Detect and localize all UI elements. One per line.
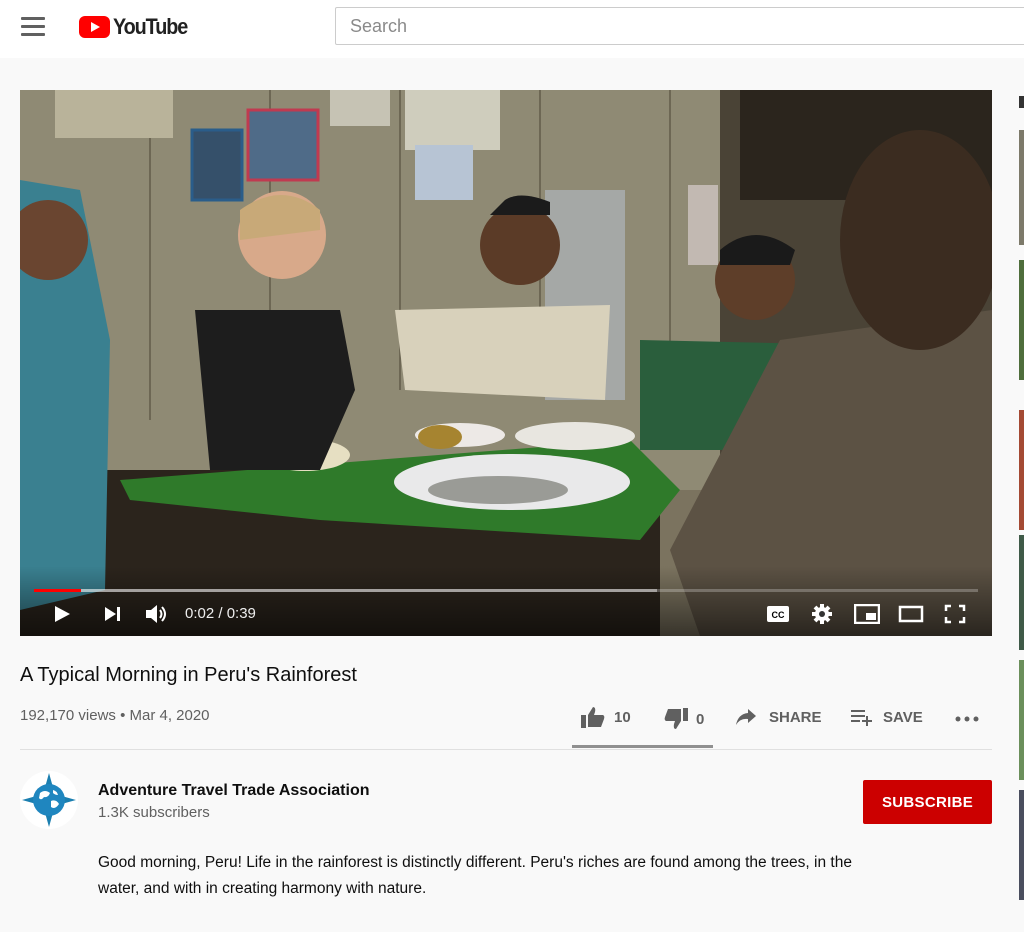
save-label: SAVE [883,708,923,726]
thumbs-up-icon [581,707,605,728]
progress-buffer [34,589,657,592]
globe-compass-icon [22,773,76,827]
thumbs-down-icon [664,708,688,729]
time-display: 0:02 / 0:39 [185,605,256,622]
channel-name[interactable]: Adventure Travel Trade Association [98,782,370,800]
video-player[interactable]: 0:02 / 0:39 CC [20,90,992,636]
logo-text: YouTube [113,14,188,39]
video-description: Good morning, Peru! Life in the rainfore… [98,854,852,897]
add-to-playlist-icon [851,710,872,726]
progress-played [34,589,82,592]
youtube-logo[interactable]: YouTube [79,14,195,40]
video-meta: 192,170 views • Mar 4, 2020 [20,707,210,724]
fullscreen-icon[interactable] [944,604,966,624]
share-label: SHARE [769,708,822,726]
next-icon[interactable] [103,605,123,623]
controls-gradient [20,566,992,636]
svg-text:CC: CC [772,610,785,620]
theater-icon[interactable] [898,605,924,623]
like-button[interactable]: 10 [581,706,631,728]
subscribe-button[interactable]: SUBSCRIBE [863,780,992,824]
captions-icon[interactable]: CC [766,605,790,623]
dislike-count: 0 [696,710,705,728]
channel-avatar[interactable] [20,771,78,829]
related-videos-strip[interactable] [1019,90,1024,932]
menu-icon[interactable] [21,17,47,39]
volume-icon[interactable] [144,603,170,625]
subscriber-count: 1.3K subscribers [98,804,210,821]
save-button[interactable]: SAVE [851,708,923,726]
masthead: YouTube Search [0,0,1024,58]
like-count: 10 [614,708,631,726]
video-frame [20,90,992,636]
settings-icon[interactable] [811,603,833,625]
sentiment-bar [572,745,713,748]
play-icon[interactable] [52,604,72,624]
dislike-button[interactable]: 0 [663,708,704,730]
youtube-logo-icon [79,16,110,38]
more-icon[interactable] [955,716,979,722]
share-button[interactable]: SHARE [735,708,822,726]
miniplayer-icon[interactable] [854,604,880,624]
search-input[interactable]: Search [335,7,1024,45]
divider [20,749,992,750]
share-icon [736,709,756,725]
video-title: A Typical Morning in Peru's Rainforest [20,664,357,686]
